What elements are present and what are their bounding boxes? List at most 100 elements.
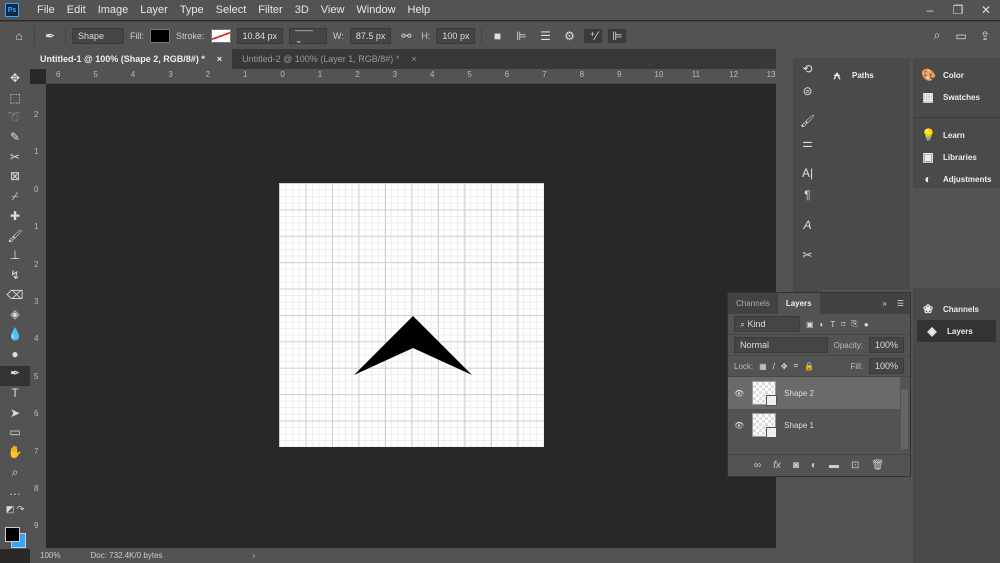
adjustment-layer-icon[interactable]: ◐ [811, 460, 817, 471]
align-edges-icon[interactable]: ⊫ [608, 28, 627, 43]
adjust-sliders-icon[interactable]: ⚌ [802, 132, 813, 154]
lock-transparent-icon[interactable]: ▦ [759, 362, 767, 371]
delete-layer-icon[interactable]: 🗑 [871, 460, 884, 471]
menu-select[interactable]: Select [210, 4, 253, 16]
home-icon[interactable]: ⌂ [10, 29, 28, 43]
quick-selection-tool-icon[interactable]: ✎ [0, 130, 30, 150]
fill-swatch[interactable] [150, 28, 170, 43]
panel-libraries[interactable]: ▣ Libraries [913, 146, 1000, 168]
tab-untitled-1[interactable]: Untitled-1 @ 100% (Shape 2, RGB/8#) * × [30, 49, 233, 69]
stroke-width-input[interactable]: 10.84 px [236, 27, 284, 44]
layer-row[interactable]: 👁 Shape 2 [728, 377, 900, 409]
link-layers-icon[interactable]: ∞ [754, 460, 761, 471]
lock-all-icon[interactable]: 🔒 [804, 362, 814, 371]
history-brush-tool-icon[interactable]: ↯ [0, 268, 30, 288]
path-alignment-icon[interactable]: ⊫ [512, 29, 530, 43]
panel-color[interactable]: 🎨 Color [913, 64, 1000, 86]
lock-pixels-icon[interactable]: / [773, 362, 775, 371]
lock-position-icon[interactable]: ✥ [781, 362, 788, 371]
filter-type-icon[interactable]: T [830, 320, 835, 329]
close-icon[interactable]: ✕ [972, 3, 1000, 17]
menu-image[interactable]: Image [92, 4, 135, 16]
pen-tool-icon[interactable]: ✒ [41, 29, 59, 43]
foreground-color[interactable] [5, 526, 20, 542]
frame-tool-icon[interactable]: ⊠ [0, 169, 30, 189]
menu-edit[interactable]: Edit [61, 4, 92, 16]
crop-tool-icon[interactable]: ✂ [0, 150, 30, 170]
menu-layer[interactable]: Layer [134, 4, 174, 16]
glyphs-icon[interactable]: A [803, 214, 811, 236]
brush-settings-icon[interactable]: 🖌 [800, 110, 815, 132]
rectangle-tool-icon[interactable]: ▭ [0, 425, 30, 445]
character-icon[interactable]: A| [802, 162, 813, 184]
eyedropper-tool-icon[interactable]: ⌿ [0, 189, 30, 209]
width-input[interactable]: 87.5 px [349, 27, 392, 44]
panel-menu-icon[interactable]: ☰ [891, 299, 910, 308]
filter-smart-object-icon[interactable]: ⎘ [851, 319, 857, 329]
color-swatches[interactable] [2, 524, 28, 549]
menu-3d[interactable]: 3D [289, 4, 315, 16]
more-tools-icon[interactable]: … [0, 484, 30, 504]
panel-swatches[interactable]: ▦ Swatches [913, 86, 1000, 108]
panel-layers[interactable]: ◈ Layers [917, 320, 996, 342]
filter-adjustment-icon[interactable]: ◐ [820, 320, 825, 329]
tool-mode-select[interactable]: Shape [72, 27, 124, 44]
new-group-icon[interactable]: ▬ [829, 460, 839, 471]
layers-scrollbar[interactable] [901, 389, 908, 449]
search-icon[interactable]: ⌕ [928, 28, 946, 43]
blur-tool-icon[interactable]: 💧 [0, 327, 30, 347]
paragraph-icon[interactable]: ¶ [804, 184, 810, 206]
layer-row[interactable]: 👁 Shape 1 [728, 409, 910, 441]
brush-tool-icon[interactable]: 🖌 [0, 229, 30, 249]
stroke-swatch[interactable] [210, 28, 231, 43]
status-menu-arrow[interactable]: › [253, 551, 256, 560]
panel-adjustments[interactable]: ◐ Adjustments [913, 168, 1000, 190]
close-tab-icon[interactable]: × [411, 54, 416, 64]
fx-icon[interactable]: fx [773, 460, 781, 471]
filter-pixel-icon[interactable]: ▣ [806, 320, 814, 329]
path-arrangement-icon[interactable]: ☰ [536, 29, 554, 43]
share-icon[interactable]: ⇪ [976, 29, 994, 43]
move-tool-icon[interactable]: ✥ [0, 71, 30, 91]
healing-brush-tool-icon[interactable]: ✚ [0, 209, 30, 229]
fill-input[interactable]: 100% [868, 358, 904, 374]
path-selection-tool-icon[interactable]: ➤ [0, 406, 30, 426]
visibility-eye-icon[interactable]: 👁 [734, 421, 744, 430]
visibility-eye-icon[interactable]: 👁 [734, 389, 744, 398]
filter-shape-icon[interactable]: ⌑ [841, 320, 845, 329]
type-tool-icon[interactable]: T [0, 386, 30, 406]
opacity-input[interactable]: 100% [868, 337, 904, 353]
zoom-level[interactable]: 100% [40, 551, 60, 560]
close-tab-icon[interactable]: × [217, 54, 222, 64]
tab-layers[interactable]: Layers [777, 293, 820, 314]
panel-channels[interactable]: ❀ Channels [913, 298, 1000, 320]
menu-help[interactable]: Help [402, 4, 437, 16]
lasso-tool-icon[interactable]: ➰ [0, 110, 30, 130]
panel-learn[interactable]: 💡 Learn [913, 124, 1000, 146]
history-icon[interactable]: ⟲ [802, 58, 812, 80]
dodge-tool-icon[interactable]: ● [0, 347, 30, 367]
gear-icon[interactable]: ⚙ [560, 29, 578, 43]
workspace-icon[interactable]: ▭ [952, 29, 970, 43]
panel-paths[interactable]: ⍲ Paths [822, 64, 910, 86]
height-input[interactable]: 100 px [436, 27, 476, 44]
tab-channels[interactable]: Channels [728, 293, 778, 314]
add-mask-icon[interactable]: ◙ [793, 460, 799, 471]
link-icon[interactable]: ⚯ [397, 29, 415, 43]
restore-icon[interactable]: ❐ [944, 3, 972, 17]
filter-kind-select[interactable]: ⌕ Kind [734, 316, 800, 332]
pen-tool-icon[interactable]: ✒ [0, 366, 30, 386]
blend-mode-select[interactable]: Normal [734, 337, 828, 353]
auto-add-delete-icon[interactable]: ⁺⁄ [584, 28, 603, 43]
tool-presets-icon[interactable]: ✂ [802, 244, 812, 266]
menu-window[interactable]: Window [350, 4, 401, 16]
path-operations-icon[interactable]: ■ [488, 29, 506, 43]
filter-toggle-icon[interactable]: ● [864, 320, 869, 329]
minimize-icon[interactable]: – [916, 3, 944, 17]
menu-filter[interactable]: Filter [252, 4, 288, 16]
menu-view[interactable]: View [315, 4, 351, 16]
stroke-type-select[interactable]: —— ⌄ [289, 25, 328, 45]
properties-icon[interactable]: ⊜ [802, 80, 812, 102]
zoom-tool-icon[interactable]: ⌕ [0, 465, 30, 485]
collapse-icon[interactable]: » [878, 299, 890, 308]
